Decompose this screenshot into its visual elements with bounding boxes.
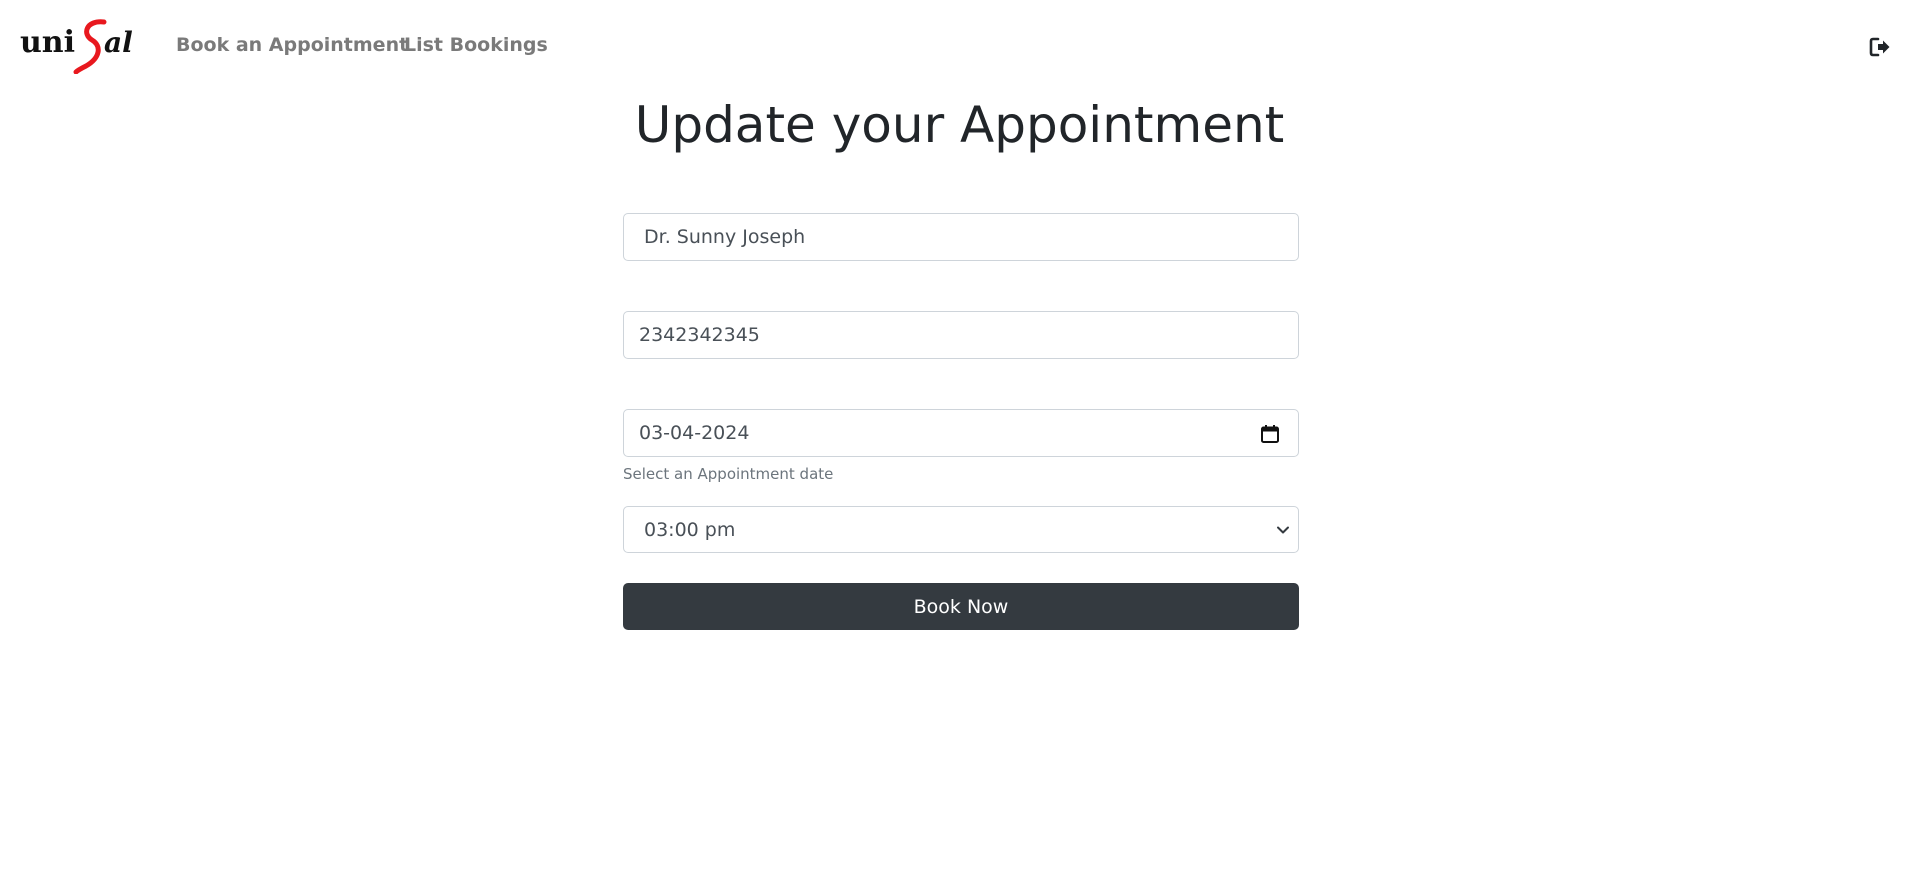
brand-logo[interactable]: uni al — [20, 18, 148, 74]
sign-out-icon — [1869, 37, 1890, 57]
calendar-icon[interactable] — [1260, 424, 1280, 444]
date-help-text: Select an Appointment date — [623, 465, 834, 483]
appointment-date-value: 03-04-2024 — [639, 422, 750, 444]
nav-link-book-appointment[interactable]: Book an Appointment — [176, 34, 408, 56]
phone-number-value: 2342342345 — [639, 324, 760, 346]
nav-link-list-bookings[interactable]: List Bookings — [404, 34, 548, 56]
appointment-date-field[interactable]: 03-04-2024 — [623, 409, 1299, 457]
svg-text:uni: uni — [20, 25, 75, 60]
doctor-name-value: Dr. Sunny Joseph — [644, 226, 806, 248]
phone-number-field[interactable]: 2342342345 — [623, 311, 1299, 359]
navbar: uni al Book an Appointment List Bookings — [0, 0, 1919, 94]
appointment-time-value: 03:00 pm — [644, 518, 736, 541]
unisal-logo-graphic: uni al — [20, 19, 133, 74]
page-title: Update your Appointment — [634, 96, 1285, 154]
logout-button[interactable] — [1869, 36, 1891, 58]
svg-text:al: al — [104, 26, 133, 59]
chevron-down-icon — [1277, 526, 1289, 534]
doctor-name-field[interactable]: Dr. Sunny Joseph — [623, 213, 1299, 261]
appointment-time-select[interactable]: 03:00 pm — [623, 506, 1299, 553]
book-now-button[interactable]: Book Now — [623, 583, 1299, 630]
